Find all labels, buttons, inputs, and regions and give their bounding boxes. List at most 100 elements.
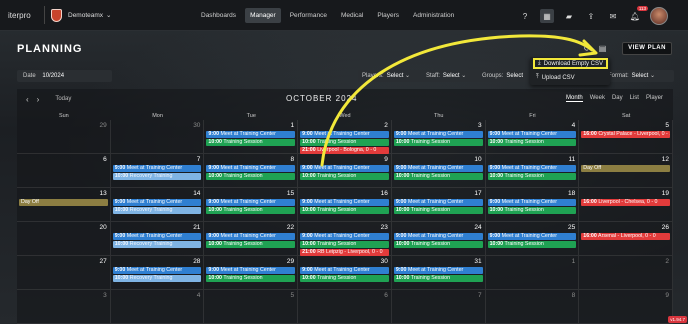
calendar-event[interactable]: 9:00 Meet at Training Center <box>487 199 577 206</box>
app-logo[interactable]: iterpro <box>8 11 38 20</box>
calendar-event[interactable]: 10:00 Training Session <box>206 173 296 180</box>
day-cell[interactable]: 26 16:00 Arsenal - Liverpool, 0 - 0 <box>579 222 673 256</box>
calendar-event[interactable]: 10:00 Training Session <box>393 173 483 180</box>
calendar-event[interactable]: 21:00 RB Leipzig - Liverpool, 0 - 0 <box>300 249 389 256</box>
day-cell[interactable]: 8 <box>485 290 580 324</box>
calendar-event[interactable]: 10:00 Training Session <box>300 207 389 214</box>
calendar-event[interactable]: 21:00 Liverpool - Bologna, 0 - 0 <box>300 147 389 154</box>
bell-icon[interactable]: 🔔︎ 113 <box>628 6 648 23</box>
calendar-event[interactable]: 10:00 Training Session <box>300 139 389 146</box>
calendar-event[interactable]: 10:00 Recovery Training <box>112 207 202 214</box>
calendar-event[interactable]: 9:00 Meet at Training Center <box>206 267 296 274</box>
calendar-event[interactable]: 9:00 Meet at Training Center <box>393 199 483 206</box>
nav-item-players[interactable]: Players <box>372 8 404 23</box>
calendar-event[interactable]: 10:00 Training Session <box>206 241 296 248</box>
calendar-event[interactable]: 10:00 Training Session <box>300 241 389 248</box>
nav-item-administration[interactable]: Administration <box>408 8 459 23</box>
calendar-event[interactable]: 9:00 Meet at Training Center <box>206 199 296 206</box>
calendar-event[interactable]: 9:00 Meet at Training Center <box>206 131 296 138</box>
calendar-event[interactable]: 10:00 Training Session <box>487 241 577 248</box>
calendar-event[interactable]: Day Off <box>19 199 108 206</box>
day-cell[interactable]: 15 9:00 Meet at Training Center 10:00 Trai… <box>204 188 299 222</box>
calendar-event[interactable]: 9:00 Meet at Training Center <box>300 165 389 172</box>
calendar-event[interactable]: 9:00 Meet at Training Center <box>206 233 296 240</box>
day-cell[interactable]: 1 <box>485 256 580 290</box>
day-cell[interactable]: 4 <box>110 290 205 324</box>
calendar-event[interactable]: 10:00 Training Session <box>393 275 483 282</box>
calendar-event[interactable]: 10:00 Training Session <box>300 173 389 180</box>
day-cell[interactable]: 17 9:00 Meet at Training Center 10:00 Trai… <box>391 188 486 222</box>
day-cell[interactable]: 13 Day Off <box>17 188 111 222</box>
day-cell[interactable]: 6 <box>298 290 392 324</box>
calendar-event[interactable]: 9:00 Meet at Training Center <box>393 165 483 172</box>
calendar-event[interactable]: 9:00 Meet at Training Center <box>300 233 389 240</box>
refresh-icon[interactable]: ⟳ <box>584 44 591 53</box>
calendar-event[interactable]: 9:00 Meet at Training Center <box>206 165 296 172</box>
day-cell[interactable]: 1 9:00 Meet at Training Center 10:00 Train… <box>204 120 299 154</box>
calendar-event[interactable]: 9:00 Meet at Training Center <box>300 131 389 138</box>
day-cell[interactable]: 5 16:00 Crystal Palace - Liverpool, 0 - 1 <box>579 120 673 154</box>
user-transfer-icon[interactable]: ⇪ <box>584 9 598 23</box>
day-cell[interactable]: 31 9:00 Meet at Training Center 10:00 Trai… <box>391 256 486 290</box>
calendar-event[interactable]: 9:00 Meet at Training Center <box>300 199 389 206</box>
day-cell[interactable]: 25 9:00 Meet at Training Center 10:00 Trai… <box>485 222 580 256</box>
calendar-event[interactable]: 10:00 Training Session <box>487 207 577 214</box>
nav-item-manager[interactable]: Manager <box>245 8 281 23</box>
nav-item-dashboards[interactable]: Dashboards <box>196 8 241 23</box>
view-player[interactable]: Player <box>646 95 663 102</box>
day-cell[interactable]: 9 <box>579 290 673 324</box>
calendar-event[interactable]: 10:00 Training Session <box>487 173 577 180</box>
day-cell[interactable]: 2 <box>579 256 673 290</box>
calendar-event[interactable]: 9:00 Meet at Training Center <box>393 233 483 240</box>
chat-icon[interactable]: ✉ <box>606 9 620 23</box>
help-icon[interactable]: ? <box>518 9 532 23</box>
view-day[interactable]: Day <box>612 95 623 102</box>
groups-filter[interactable]: Groups: Select <box>482 70 523 82</box>
staff-filter[interactable]: Staff: Select ⌄ <box>426 70 466 82</box>
day-cell[interactable]: 22 9:00 Meet at Training Center 10:00 Trai… <box>204 222 299 256</box>
calendar-event[interactable]: 9:00 Meet at Training Center <box>393 131 483 138</box>
view-week[interactable]: Week <box>590 95 605 102</box>
calendar-event[interactable]: 16:00 Liverpool - Chelsea, 0 - 0 <box>581 199 670 206</box>
day-cell[interactable]: 4 9:00 Meet at Training Center 10:00 Train… <box>485 120 580 154</box>
calendar-event[interactable]: 9:00 Meet at Training Center <box>112 199 202 206</box>
calendar-event[interactable]: 10:00 Training Session <box>206 275 296 282</box>
download-empty-csv-item[interactable]: ⤓ Download Empty CSV <box>533 58 608 69</box>
day-cell[interactable]: 3 9:00 Meet at Training Center 10:00 Train… <box>391 120 486 154</box>
calendar-event[interactable]: 9:00 Meet at Training Center <box>487 233 577 240</box>
avatar[interactable] <box>650 7 668 25</box>
calendar-event[interactable]: 10:00 Recovery Training <box>112 173 202 180</box>
day-cell[interactable]: 30 <box>110 120 205 154</box>
format-filter[interactable]: Format: Select ⌄ <box>608 70 655 82</box>
day-cell[interactable]: 29 <box>17 120 111 154</box>
day-cell[interactable]: 16 9:00 Meet at Training Center 10:00 Trai… <box>298 188 392 222</box>
calendar-event[interactable]: 10:00 Training Session <box>393 207 483 214</box>
calendar-event[interactable]: Day Off <box>581 165 670 172</box>
calendar-event[interactable]: 10:00 Training Session <box>393 241 483 248</box>
team-selector[interactable]: Demoteamx ⌄ <box>68 11 112 20</box>
day-cell[interactable]: 7 <box>391 290 486 324</box>
day-cell[interactable]: 20 <box>17 222 111 256</box>
day-cell[interactable]: 11 9:00 Meet at Training Center 10:00 Trai… <box>485 154 580 188</box>
day-cell[interactable]: 27 <box>17 256 111 290</box>
calendar-event[interactable]: 10:00 Recovery Training <box>112 241 202 248</box>
calendar-event[interactable]: 9:00 Meet at Training Center <box>112 233 202 240</box>
day-cell[interactable]: 8 9:00 Meet at Training Center 10:00 Train… <box>204 154 299 188</box>
chevron-right-icon[interactable]: › <box>37 95 40 104</box>
upload-csv-item[interactable]: ⤒ Upload CSV <box>533 72 608 83</box>
calendar-event[interactable]: 9:00 Meet at Training Center <box>393 267 483 274</box>
calendar-event[interactable]: 9:00 Meet at Training Center <box>112 165 202 172</box>
day-cell[interactable]: 12 Day Off <box>579 154 673 188</box>
calendar-event[interactable]: 16:00 Arsenal - Liverpool, 0 - 0 <box>581 233 670 240</box>
day-cell[interactable]: 7 9:00 Meet at Training Center 10:00 Recov… <box>110 154 205 188</box>
day-cell[interactable]: 3 <box>17 290 111 324</box>
calendar-event[interactable]: 10:00 Recovery Training <box>112 275 202 282</box>
folder-icon[interactable]: ▰ <box>562 9 576 23</box>
nav-item-performance[interactable]: Performance <box>285 8 332 23</box>
calendar-event[interactable]: 10:00 Training Session <box>300 275 389 282</box>
calendar-event[interactable]: 10:00 Training Session <box>206 207 296 214</box>
calendar-event[interactable]: 9:00 Meet at Training Center <box>487 131 577 138</box>
calendar-event[interactable]: 9:00 Meet at Training Center <box>300 267 389 274</box>
view-list[interactable]: List <box>630 95 639 102</box>
today-button[interactable]: Today <box>51 94 75 104</box>
